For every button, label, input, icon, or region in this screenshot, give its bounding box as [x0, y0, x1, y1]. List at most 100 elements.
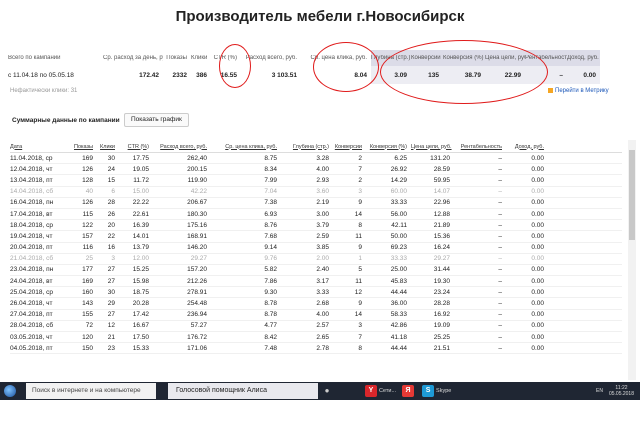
column-header-profitability[interactable]: Рентабельность — [454, 144, 506, 150]
cell-profitability: – — [498, 344, 502, 352]
cell-impressions: 126 — [82, 199, 93, 207]
cell-profitability: – — [498, 188, 502, 196]
voice-assistant-field[interactable]: Голосовой помощник Алиса — [168, 383, 318, 399]
cell-impressions: 160 — [82, 288, 93, 296]
cell-goal-cost: 16.24 — [433, 244, 450, 252]
clock[interactable]: 11:22 05.05.2018 — [603, 385, 640, 397]
cell-impressions: 120 — [82, 333, 93, 341]
cell-ctr: 11.72 — [133, 176, 149, 184]
taskbar-app[interactable]: Я — [399, 382, 419, 400]
summary-header-clicks[interactable]: Клики — [191, 55, 211, 61]
summary-header-impressions[interactable]: Показы — [163, 55, 191, 61]
summary-values-row: с 11.04.18 по 05.05.18 172.42 2332 386 1… — [8, 66, 633, 84]
column-header-impressions[interactable]: Показы — [70, 144, 97, 150]
cell-conversions: 5 — [358, 266, 362, 274]
summary-header-total-spend[interactable]: Расход всего, руб. — [241, 55, 301, 61]
column-header-goal-cost[interactable]: Цена цели, руб. — [411, 144, 454, 150]
cell-impressions: 40 — [85, 188, 93, 196]
summary-ctr: 16.55 — [220, 71, 237, 79]
column-header-label: Ср. цена клика, руб. — [225, 143, 277, 150]
cell-ctr: 20.28 — [132, 300, 149, 308]
cell-ctr: 16.67 — [132, 322, 149, 330]
summary-profitability: – — [559, 71, 563, 79]
table-row: 23.04.2018, пн 177 27 15.25 157.20 5.82 2.40 5 2… — [10, 265, 622, 277]
summary-header-conversion-rate[interactable]: Конверсия (%) — [443, 55, 485, 61]
summary-header-goal-cost[interactable]: Цена цели, руб. — [485, 55, 525, 61]
cell-goal-cost: 29.27 — [433, 255, 450, 263]
cell-profitability: – — [498, 154, 502, 162]
cell-revenue: 0.00 — [531, 333, 544, 341]
column-header-conversion-rate[interactable]: Конверсия (%) — [366, 144, 411, 150]
summary-header-row: Всего по кампании Ср. расход за день, ру… — [8, 50, 633, 66]
start-button[interactable] — [0, 382, 20, 400]
cell-impressions: 116 — [82, 244, 93, 252]
table-body: 11.04.2018, ср 169 30 17.75 262,40 8.75 3.28 2 6… — [10, 153, 622, 355]
summary-header-conversions[interactable]: Конверсии — [411, 55, 443, 61]
cell-impressions: 126 — [82, 165, 93, 173]
column-header-label: Рентабельность — [460, 143, 502, 150]
show-chart-button[interactable]: Показать график — [124, 113, 189, 127]
table-row: 14.04.2018, сб 40 6 15.00 42.22 7.04 3.60 3 60.0… — [10, 187, 622, 198]
cell-conversion-rate: 69.23 — [390, 244, 407, 252]
summary-header-avg-spend[interactable]: Ср. расход за день, руб. — [103, 55, 163, 61]
summary-header-ctr[interactable]: CTR (%) — [211, 55, 241, 61]
cell-conversions: 2 — [358, 154, 362, 162]
cell-total-spend: 29.27 — [190, 255, 207, 263]
cell-revenue: 0.00 — [531, 311, 544, 319]
taskbar-search-input[interactable]: Поиск в интернете и на компьютере — [26, 383, 156, 399]
column-header-avg-cpc[interactable]: Ср. цена клика, руб. — [211, 144, 281, 150]
scrollbar-thumb[interactable] — [629, 150, 635, 240]
column-header-conversions[interactable]: Конверсии — [333, 144, 366, 150]
cell-avg-cpc: 8.75 — [264, 154, 277, 162]
cell-conversions: 8 — [358, 344, 362, 352]
cell-total-spend: 176.72 — [187, 333, 207, 341]
cell-date: 24.04.2018, вт — [10, 277, 53, 285]
summary-header-depth[interactable]: Глубина (стр.) — [371, 55, 411, 61]
metrika-link[interactable]: Перейти в Метрику — [548, 88, 609, 94]
taskbar-app[interactable]: S Skype — [419, 382, 454, 400]
taskbar-app[interactable]: Y Сети... — [362, 382, 399, 400]
column-header-depth[interactable]: Глубина (стр.) — [281, 144, 333, 150]
cell-revenue: 0.00 — [531, 288, 544, 296]
column-header-total-spend[interactable]: Расход всего, руб. — [153, 144, 211, 150]
cell-conversions: 11 — [355, 232, 362, 240]
table-row: 27.04.2018, пт 155 27 17.42 236.94 8.78 4.00 14… — [10, 310, 622, 321]
summary-clicks: 386 — [196, 71, 207, 79]
table-row: 20.04.2018, пт 116 16 13.79 146.20 9.14 3.85 9 6… — [10, 243, 622, 254]
language-indicator[interactable]: EN — [596, 388, 603, 394]
daily-stats-table: Дата Показы Клики CTR (%) Расход всего, руб.… — [10, 141, 622, 355]
microphone-icon[interactable]: ● — [322, 382, 332, 400]
vertical-scrollbar[interactable] — [628, 140, 636, 380]
cell-conversions: 3 — [358, 188, 362, 196]
cell-total-spend: 146.20 — [187, 244, 207, 252]
cell-avg-cpc: 4.77 — [264, 322, 277, 330]
cell-depth: 3.60 — [316, 188, 329, 196]
column-header-ctr[interactable]: CTR (%) — [119, 144, 153, 150]
cell-total-spend: 206.67 — [187, 199, 207, 207]
cell-depth: 3.79 — [316, 221, 329, 229]
cell-conversion-rate: 44.44 — [390, 288, 407, 296]
cell-avg-cpc: 7.38 — [264, 199, 277, 207]
cell-total-spend: 168.91 — [187, 232, 207, 240]
column-header-label: Расход всего, руб. — [160, 143, 207, 150]
summary-header-label: Всего по кампании — [8, 55, 61, 61]
cell-revenue: 0.00 — [531, 232, 544, 240]
column-header-date[interactable]: Дата — [10, 144, 70, 150]
unconfirmed-clicks-note: Нефактически клики: 31 — [10, 88, 78, 94]
cell-total-spend: 278.91 — [187, 288, 207, 296]
cell-goal-cost: 15.36 — [433, 232, 450, 240]
cell-avg-cpc: 7.04 — [264, 188, 277, 196]
cell-ctr: 19.05 — [132, 165, 149, 173]
column-header-label: Дата — [10, 143, 23, 150]
cell-date: 12.04.2018, чт — [10, 165, 53, 173]
cell-conversions: 9 — [358, 244, 362, 252]
summary-total-spend: 3 103.51 — [271, 71, 297, 79]
column-header-clicks[interactable]: Клики — [97, 144, 119, 150]
summary-header-avg-cpc[interactable]: Ср. цена клика, руб. — [301, 55, 371, 61]
summary-header-revenue[interactable]: Доход, руб. — [567, 55, 600, 61]
cell-impressions: 177 — [82, 266, 93, 274]
summary-header-profitability[interactable]: Рентабельность — [525, 55, 567, 61]
column-header-revenue[interactable]: Доход, руб. — [506, 144, 548, 150]
cell-ctr: 22.22 — [132, 199, 149, 207]
cell-impressions: 122 — [82, 221, 93, 229]
